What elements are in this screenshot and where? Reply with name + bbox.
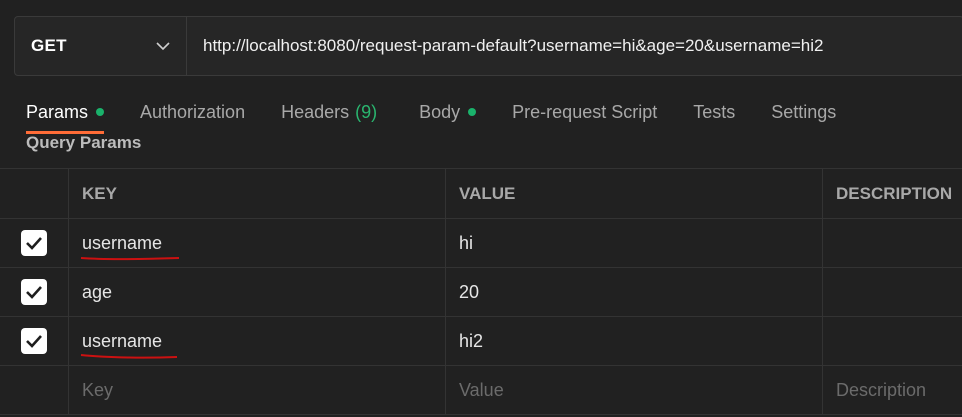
tab-label: Authorization — [140, 101, 246, 122]
headers-count: (9) — [355, 101, 378, 122]
header-value: VALUE — [446, 169, 823, 218]
param-value: hi — [459, 232, 474, 253]
request-bar: GET http://localhost:8080/request-param-… — [14, 16, 962, 76]
param-value: 20 — [459, 281, 480, 302]
tab-label: Pre-request Script — [512, 101, 658, 122]
method-select[interactable]: GET — [15, 17, 187, 75]
query-params-table: KEY VALUE DESCRIPTION username hi age 20… — [0, 168, 962, 415]
tab-label: Tests — [693, 101, 736, 122]
tab-label: Settings — [771, 101, 837, 122]
param-key: username — [82, 232, 163, 253]
param-description-field[interactable] — [823, 317, 962, 365]
param-description-field[interactable] — [823, 219, 962, 267]
postman-request-editor: GET http://localhost:8080/request-param-… — [0, 0, 962, 417]
checkmark-icon — [26, 237, 42, 250]
param-checkbox[interactable] — [21, 230, 47, 256]
param-key-field[interactable]: age — [69, 268, 446, 316]
params-indicator-dot — [96, 108, 105, 116]
tab-tests[interactable]: Tests — [693, 98, 735, 126]
checkmark-icon — [26, 286, 42, 299]
param-value: hi2 — [459, 330, 484, 351]
tab-headers[interactable]: Headers (9) — [281, 98, 377, 126]
request-tabs: Params Authorization Headers (9) Body Pr… — [26, 98, 836, 136]
checkmark-icon — [26, 335, 42, 348]
header-description: DESCRIPTION — [836, 183, 953, 203]
url-input[interactable]: http://localhost:8080/request-param-defa… — [187, 17, 962, 75]
table-row-new: Key Value Description — [0, 366, 962, 415]
param-checkbox[interactable] — [21, 279, 47, 305]
red-underline-annotation — [80, 354, 178, 359]
table-header-row: KEY VALUE DESCRIPTION — [0, 169, 962, 219]
table-row: age 20 — [0, 268, 962, 317]
param-key: username — [82, 330, 163, 351]
param-key-field[interactable]: username — [69, 219, 446, 267]
red-underline-annotation — [80, 257, 180, 261]
tab-params[interactable]: Params — [26, 98, 105, 134]
header-key: KEY — [69, 169, 446, 218]
tab-label: Headers — [281, 101, 350, 122]
header-check-cell — [0, 169, 69, 218]
query-params-title: Query Params — [26, 133, 142, 152]
table-row: username hi2 — [0, 317, 962, 366]
table-row: username hi — [0, 219, 962, 268]
row-check-cell — [0, 317, 69, 365]
new-description-input[interactable]: Description — [823, 366, 962, 414]
body-indicator-dot — [468, 108, 477, 116]
chevron-down-icon — [156, 39, 170, 53]
new-value-input[interactable]: Value — [446, 366, 823, 414]
row-check-cell — [0, 219, 69, 267]
param-key: age — [82, 281, 113, 302]
row-check-cell — [0, 268, 69, 316]
param-key-field[interactable]: username — [69, 317, 446, 365]
tab-authorization[interactable]: Authorization — [140, 98, 245, 126]
param-checkbox[interactable] — [21, 328, 47, 354]
tab-pre-request-script[interactable]: Pre-request Script — [512, 98, 657, 126]
method-label: GET — [31, 36, 67, 55]
tab-label: Body — [419, 101, 461, 122]
tab-settings[interactable]: Settings — [771, 98, 836, 126]
param-value-field[interactable]: hi — [446, 219, 823, 267]
param-description-field[interactable] — [823, 268, 962, 316]
new-key-input[interactable]: Key — [69, 366, 446, 414]
tab-label: Params — [26, 101, 89, 122]
tab-body[interactable]: Body — [419, 98, 477, 126]
row-check-cell — [0, 366, 69, 414]
param-value-field[interactable]: 20 — [446, 268, 823, 316]
param-value-field[interactable]: hi2 — [446, 317, 823, 365]
